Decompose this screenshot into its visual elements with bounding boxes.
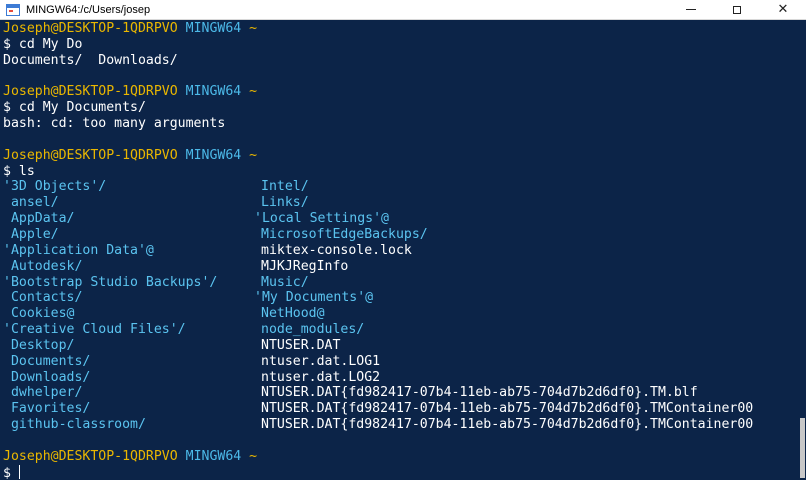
ls-entry-left: Contacts/ <box>3 290 83 306</box>
ls-entry-right: NetHood@ <box>261 306 325 322</box>
command-line: $ cd My Do <box>3 37 797 53</box>
ls-entry-left: github-classroom/ <box>3 417 146 433</box>
ls-entry-left: 'Application Data'@ <box>3 242 154 258</box>
command-output: Documents/ Downloads/ <box>3 52 178 68</box>
ls-entry-left: AppData/ <box>3 211 75 227</box>
title-bar[interactable]: MINGW64:/c/Users/josep ✕ <box>0 0 806 20</box>
prompt-symbol: $ <box>3 465 11 480</box>
ls-entry-right: 'My Documents'@ <box>254 290 374 306</box>
ls-row: '3D Objects'/ Intel/ <box>3 179 797 195</box>
ls-entry-right: NTUSER.DAT{fd982417-07b4-11eb-ab75-704d7… <box>261 417 754 433</box>
ls-row: 'Application Data'@ miktex-console.lock <box>3 243 797 259</box>
ls-row: Apple/MicrosoftEdgeBackups/ <box>3 227 797 243</box>
prompt-system: MINGW64 <box>185 84 242 100</box>
maximize-button[interactable] <box>714 0 760 20</box>
prompt-symbol: $ <box>3 36 11 52</box>
ls-entry-right: node_modules/ <box>261 322 365 338</box>
ls-entry-left: 'Bootstrap Studio Backups'/ <box>3 274 218 290</box>
ls-row: Cookies@ NetHood@ <box>3 306 797 322</box>
minimize-icon <box>686 9 696 10</box>
maximize-icon <box>733 5 741 14</box>
scrollbar-thumb[interactable] <box>800 418 805 478</box>
close-icon: ✕ <box>777 2 789 17</box>
prompt-system: MINGW64 <box>185 21 242 36</box>
mingw-terminal-icon[interactable] <box>6 3 20 16</box>
prompt-line: Joseph@DESKTOP-1QDRPVO MINGW64 ~ <box>3 449 797 465</box>
input-line[interactable]: $ <box>3 464 797 480</box>
ls-entry-left: Cookies@ <box>3 306 75 322</box>
ls-entry-right: Music/ <box>261 274 309 290</box>
ls-entry-right: ntuser.dat.LOG1 <box>261 353 381 369</box>
ls-row: 'Bootstrap Studio Backups'/ Music/ <box>3 275 797 291</box>
prompt-path: ~ <box>249 84 258 100</box>
command-text: ls <box>18 163 35 179</box>
ls-entry-left: Desktop/ <box>3 337 75 353</box>
prompt-user-host: Joseph@DESKTOP-1QDRPVO <box>3 147 178 163</box>
ls-listing: '3D Objects'/ Intel/ ansel/Links/ AppData… <box>3 179 797 433</box>
ls-entry-left: Apple/ <box>3 226 59 242</box>
ls-entry-right: 'Local Settings'@ <box>254 211 389 227</box>
ls-entry-right: NTUSER.DAT{fd982417-07b4-11eb-ab75-704d7… <box>261 401 754 417</box>
ls-row: 'Creative Cloud Files'/ node_modules/ <box>3 322 797 338</box>
ls-entry-right: NTUSER.DAT{fd982417-07b4-11eb-ab75-704d7… <box>261 385 698 401</box>
ls-row: Desktop/NTUSER.DAT <box>3 338 797 354</box>
prompt-system: MINGW64 <box>185 448 242 464</box>
prompt-user-host: Joseph@DESKTOP-1QDRPVO <box>3 84 178 100</box>
command-text: cd My Do <box>18 36 83 52</box>
ls-row: github-classroom/NTUSER.DAT{fd982417-07b… <box>3 417 797 433</box>
ls-entry-left: Documents/ <box>3 353 91 369</box>
ls-entry-left: Autodesk/ <box>3 258 83 274</box>
prompt-path: ~ <box>249 21 258 36</box>
ls-row: ansel/Links/ <box>3 195 797 211</box>
ls-entry-left: Downloads/ <box>3 369 91 385</box>
prompt-user-host: Joseph@DESKTOP-1QDRPVO <box>3 448 178 464</box>
terminal-output[interactable]: Joseph@DESKTOP-1QDRPVO MINGW64 ~ $ cd My… <box>0 20 797 480</box>
prompt-line: Joseph@DESKTOP-1QDRPVO MINGW64 ~ <box>3 148 797 164</box>
command-line: $ cd My Documents/ <box>3 100 797 116</box>
ls-entry-left: 'Creative Cloud Files'/ <box>3 322 186 338</box>
output-line: bash: cd: too many arguments <box>3 116 797 132</box>
ls-row: AppData/ 'Local Settings'@ <box>3 211 797 227</box>
window-title: MINGW64:/c/Users/josep <box>26 3 151 16</box>
ls-row: Contacts/ 'My Documents'@ <box>3 290 797 306</box>
vertical-scrollbar[interactable] <box>797 20 806 480</box>
ls-entry-left: dwhelper/ <box>3 385 83 401</box>
text-cursor <box>18 464 20 479</box>
prompt-system: MINGW64 <box>185 147 242 163</box>
ls-entry-right: MJKJRegInfo <box>261 258 349 274</box>
prompt-user-host: Joseph@DESKTOP-1QDRPVO <box>3 21 178 36</box>
ls-row: Downloads/ntuser.dat.LOG2 <box>3 370 797 386</box>
prompt-line: Joseph@DESKTOP-1QDRPVO MINGW64 ~ <box>3 84 797 100</box>
command-output: bash: cd: too many arguments <box>3 116 226 132</box>
ls-entry-right: NTUSER.DAT <box>261 337 341 353</box>
minimize-button[interactable] <box>668 0 714 20</box>
command-line: $ ls <box>3 164 797 180</box>
ls-row: Autodesk/MJKJRegInfo <box>3 259 797 275</box>
ls-row: Documents/ntuser.dat.LOG1 <box>3 354 797 370</box>
terminal-window: MINGW64:/c/Users/josep ✕ Joseph@DESKTOP-… <box>0 0 806 480</box>
output-line: Documents/ Downloads/ <box>3 53 797 69</box>
prompt-symbol: $ <box>3 163 11 179</box>
ls-row: dwhelper/NTUSER.DAT{fd982417-07b4-11eb-a… <box>3 385 797 401</box>
prompt-path: ~ <box>249 448 258 464</box>
close-button[interactable]: ✕ <box>760 0 806 20</box>
command-text: cd My Documents/ <box>18 100 146 116</box>
ls-entry-right: miktex-console.lock <box>261 242 412 258</box>
ls-entry-left: '3D Objects'/ <box>3 179 107 195</box>
ls-entry-right: Intel/ <box>261 179 309 195</box>
prompt-path: ~ <box>249 147 258 163</box>
ls-entry-left: Favorites/ <box>3 401 91 417</box>
prompt-symbol: $ <box>3 100 11 116</box>
ls-row: Favorites/NTUSER.DAT{fd982417-07b4-11eb-… <box>3 401 797 417</box>
prompt-line: Joseph@DESKTOP-1QDRPVO MINGW64 ~ <box>3 21 797 37</box>
ls-entry-right: Links/ <box>261 195 309 211</box>
ls-entry-right: ntuser.dat.LOG2 <box>261 369 381 385</box>
ls-entry-left: ansel/ <box>3 195 59 211</box>
ls-entry-right: MicrosoftEdgeBackups/ <box>261 226 428 242</box>
